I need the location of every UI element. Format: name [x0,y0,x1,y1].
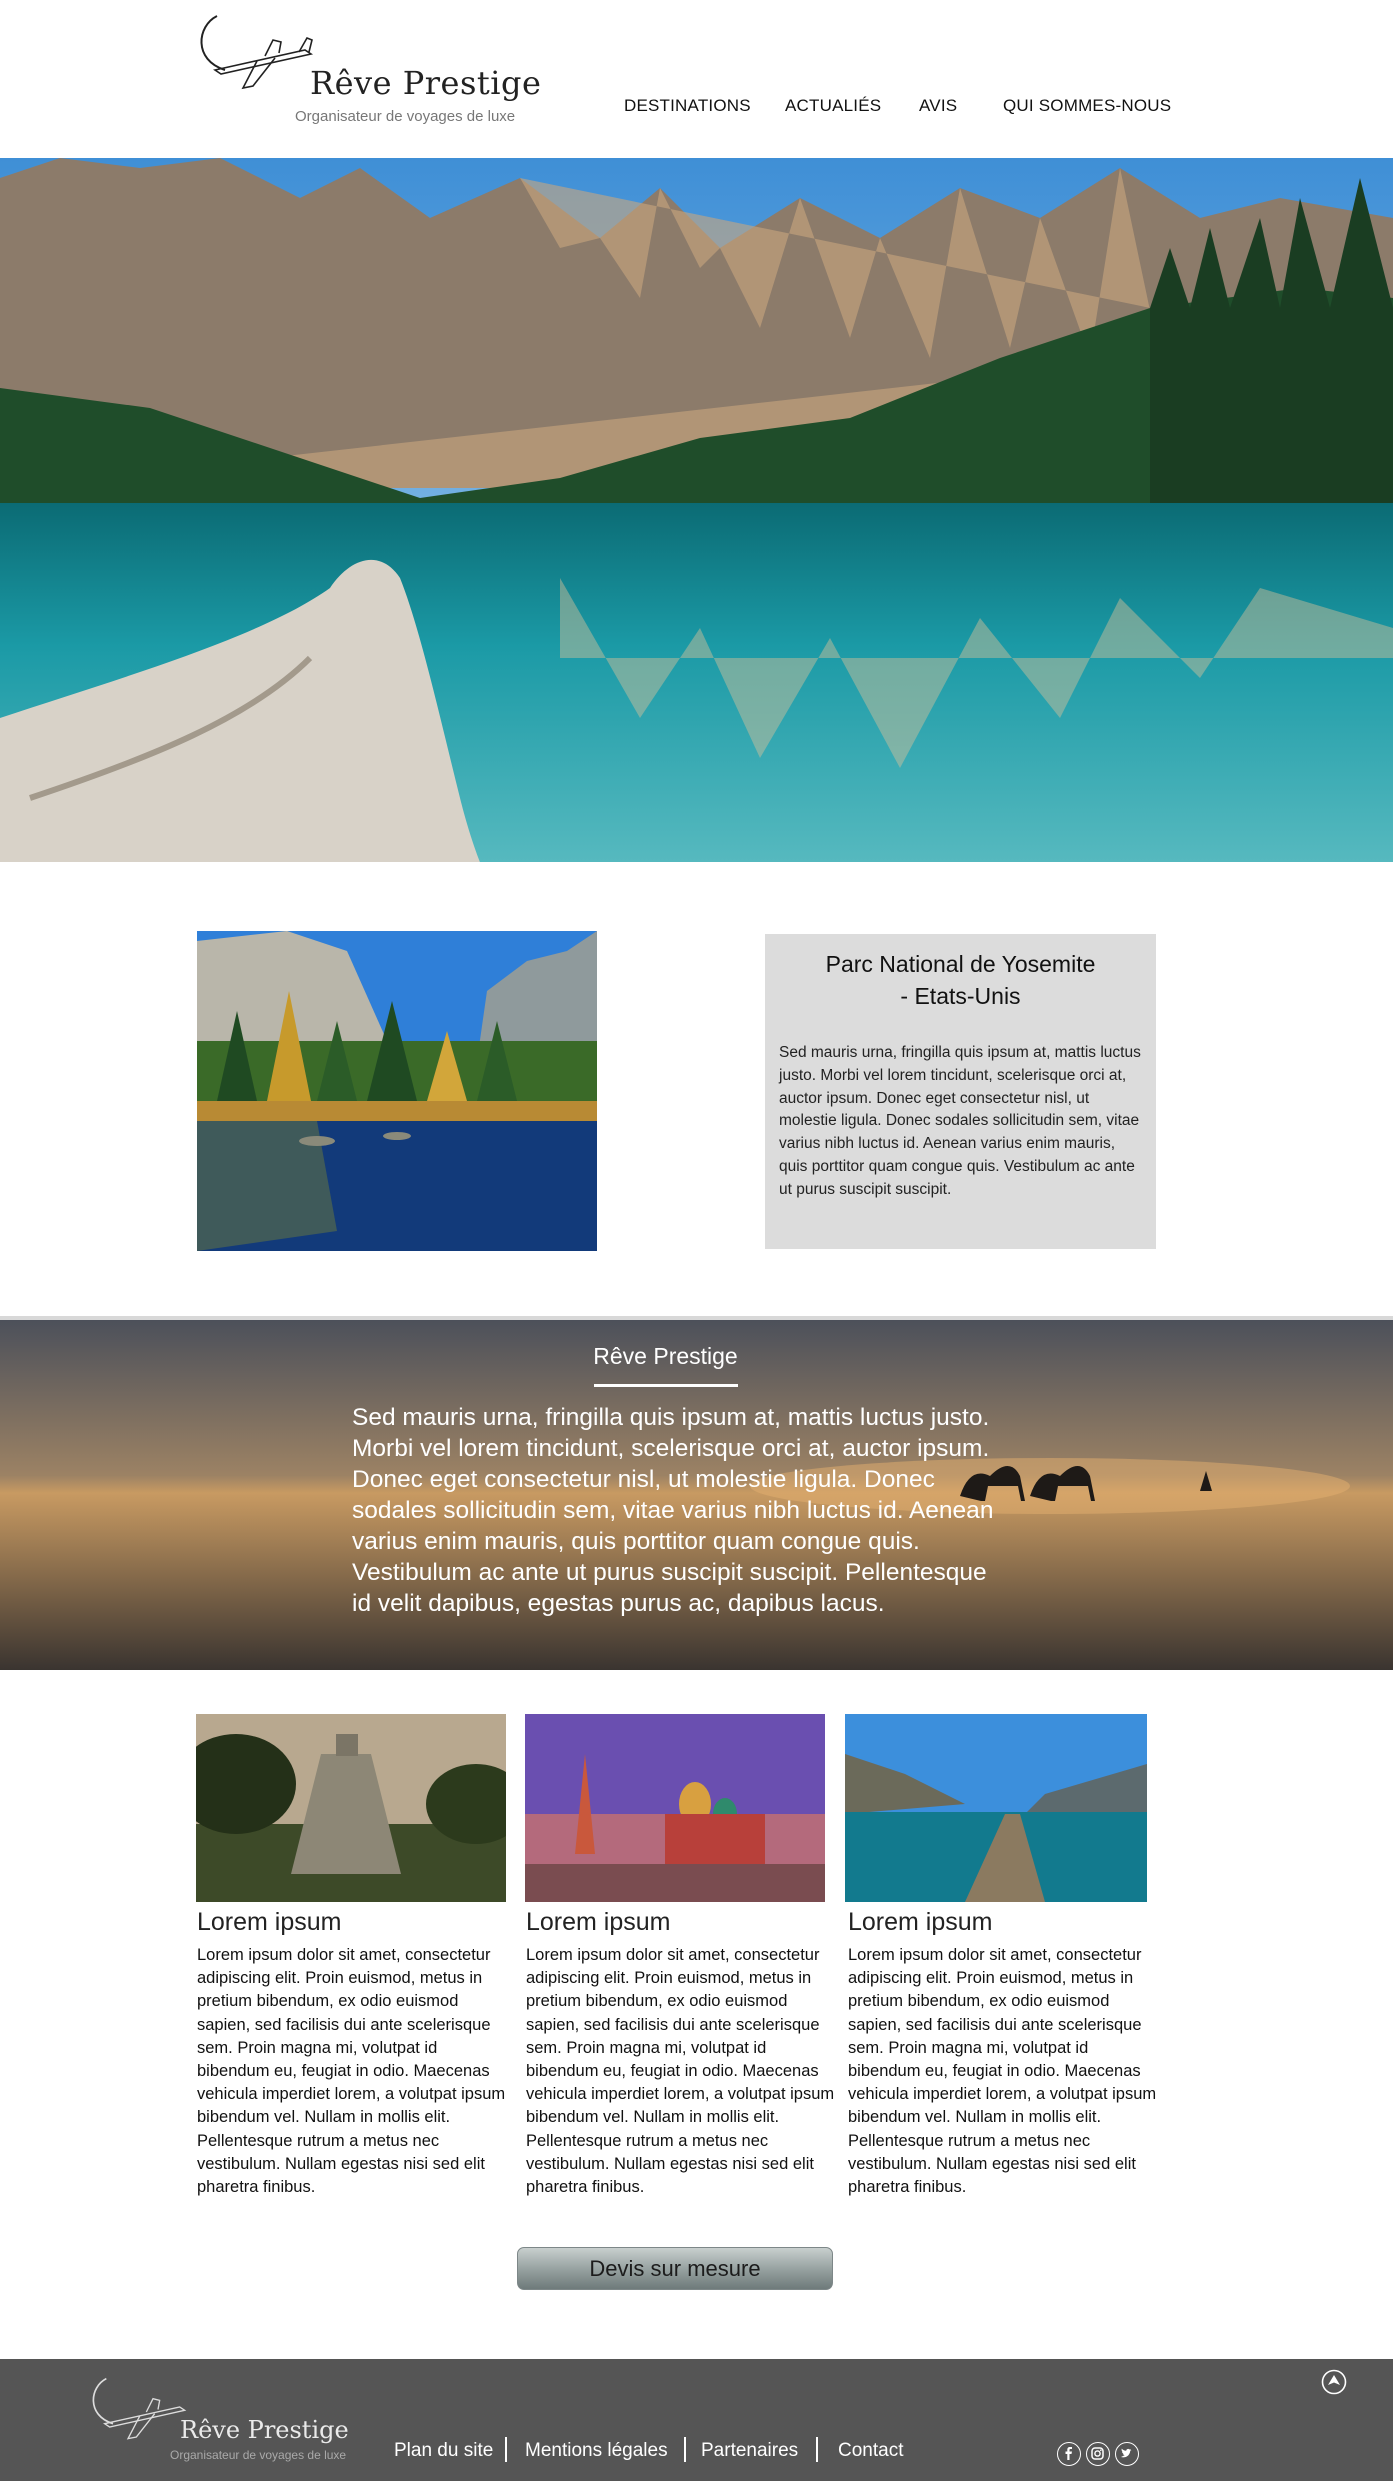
feature-description: Sed mauris urna, fringilla quis ipsum at… [779,1044,1141,1198]
footer-link-contact[interactable]: Contact [838,2440,903,2462]
card-text: Lorem ipsum dolor sit amet, consectetur … [526,1946,835,2197]
arrow-up-icon [1321,2369,1347,2395]
footer-divider [816,2437,818,2462]
card-title: Lorem ipsum [197,1908,342,1936]
feature-card: Parc National de Yosemite - Etats-Unis S… [765,934,1156,1249]
site-header: Rêve Prestige Organisateur de voyages de… [0,0,1393,158]
main-nav: DESTINATIONS ACTUALIÉS AVIS QUI SOMMES-N… [0,96,1393,126]
feature-title: Parc National de Yosemite - Etats-Unis [765,948,1156,1012]
twitter-icon[interactable] [1115,2442,1139,2466]
quote-button[interactable]: Devis sur mesure [517,2247,833,2290]
hero-image [0,158,1393,862]
banner-title-underline [594,1384,738,1387]
footer-link-partenaires[interactable]: Partenaires [701,2440,798,2462]
footer-brand-tagline: Organisateur de voyages de luxe [170,2448,347,2462]
footer-divider [505,2437,507,2462]
nav-avis[interactable]: AVIS [919,96,957,116]
nav-destinations[interactable]: DESTINATIONS [624,96,751,116]
instagram-icon[interactable] [1086,2442,1110,2466]
card-image-pier [845,1714,1147,1902]
card-text: Lorem ipsum dolor sit amet, consectetur … [848,1946,1157,2197]
card-image-moscow [525,1714,825,1902]
card-title: Lorem ipsum [526,1908,671,1936]
footer-logo[interactable]: Rêve Prestige Organisateur de voyages de… [88,2372,358,2472]
feature-title-line2: - Etats-Unis [900,983,1021,1009]
nav-actualites[interactable]: ACTUALIÉS [785,96,881,116]
banner-title: Rêve Prestige [593,1343,738,1369]
footer-link-mentions-legales[interactable]: Mentions légales [525,2440,668,2462]
banner-text: Sed mauris urna, fringilla quis ipsum at… [352,1404,994,1617]
card-image-temple [196,1714,506,1902]
footer-link-plan-du-site[interactable]: Plan du site [394,2440,493,2462]
footer-brand-name: Rêve Prestige [180,2416,349,2444]
card-text: Lorem ipsum dolor sit amet, consectetur … [197,1946,506,2197]
back-to-top-button[interactable] [1321,2369,1347,2395]
feature-title-line1: Parc National de Yosemite [825,951,1096,977]
card-title: Lorem ipsum [848,1908,993,1936]
facebook-icon[interactable] [1057,2442,1081,2466]
footer-divider [684,2437,686,2462]
yosemite-image [197,931,597,1251]
nav-qui-sommes-nous[interactable]: QUI SOMMES-NOUS [1003,96,1171,116]
